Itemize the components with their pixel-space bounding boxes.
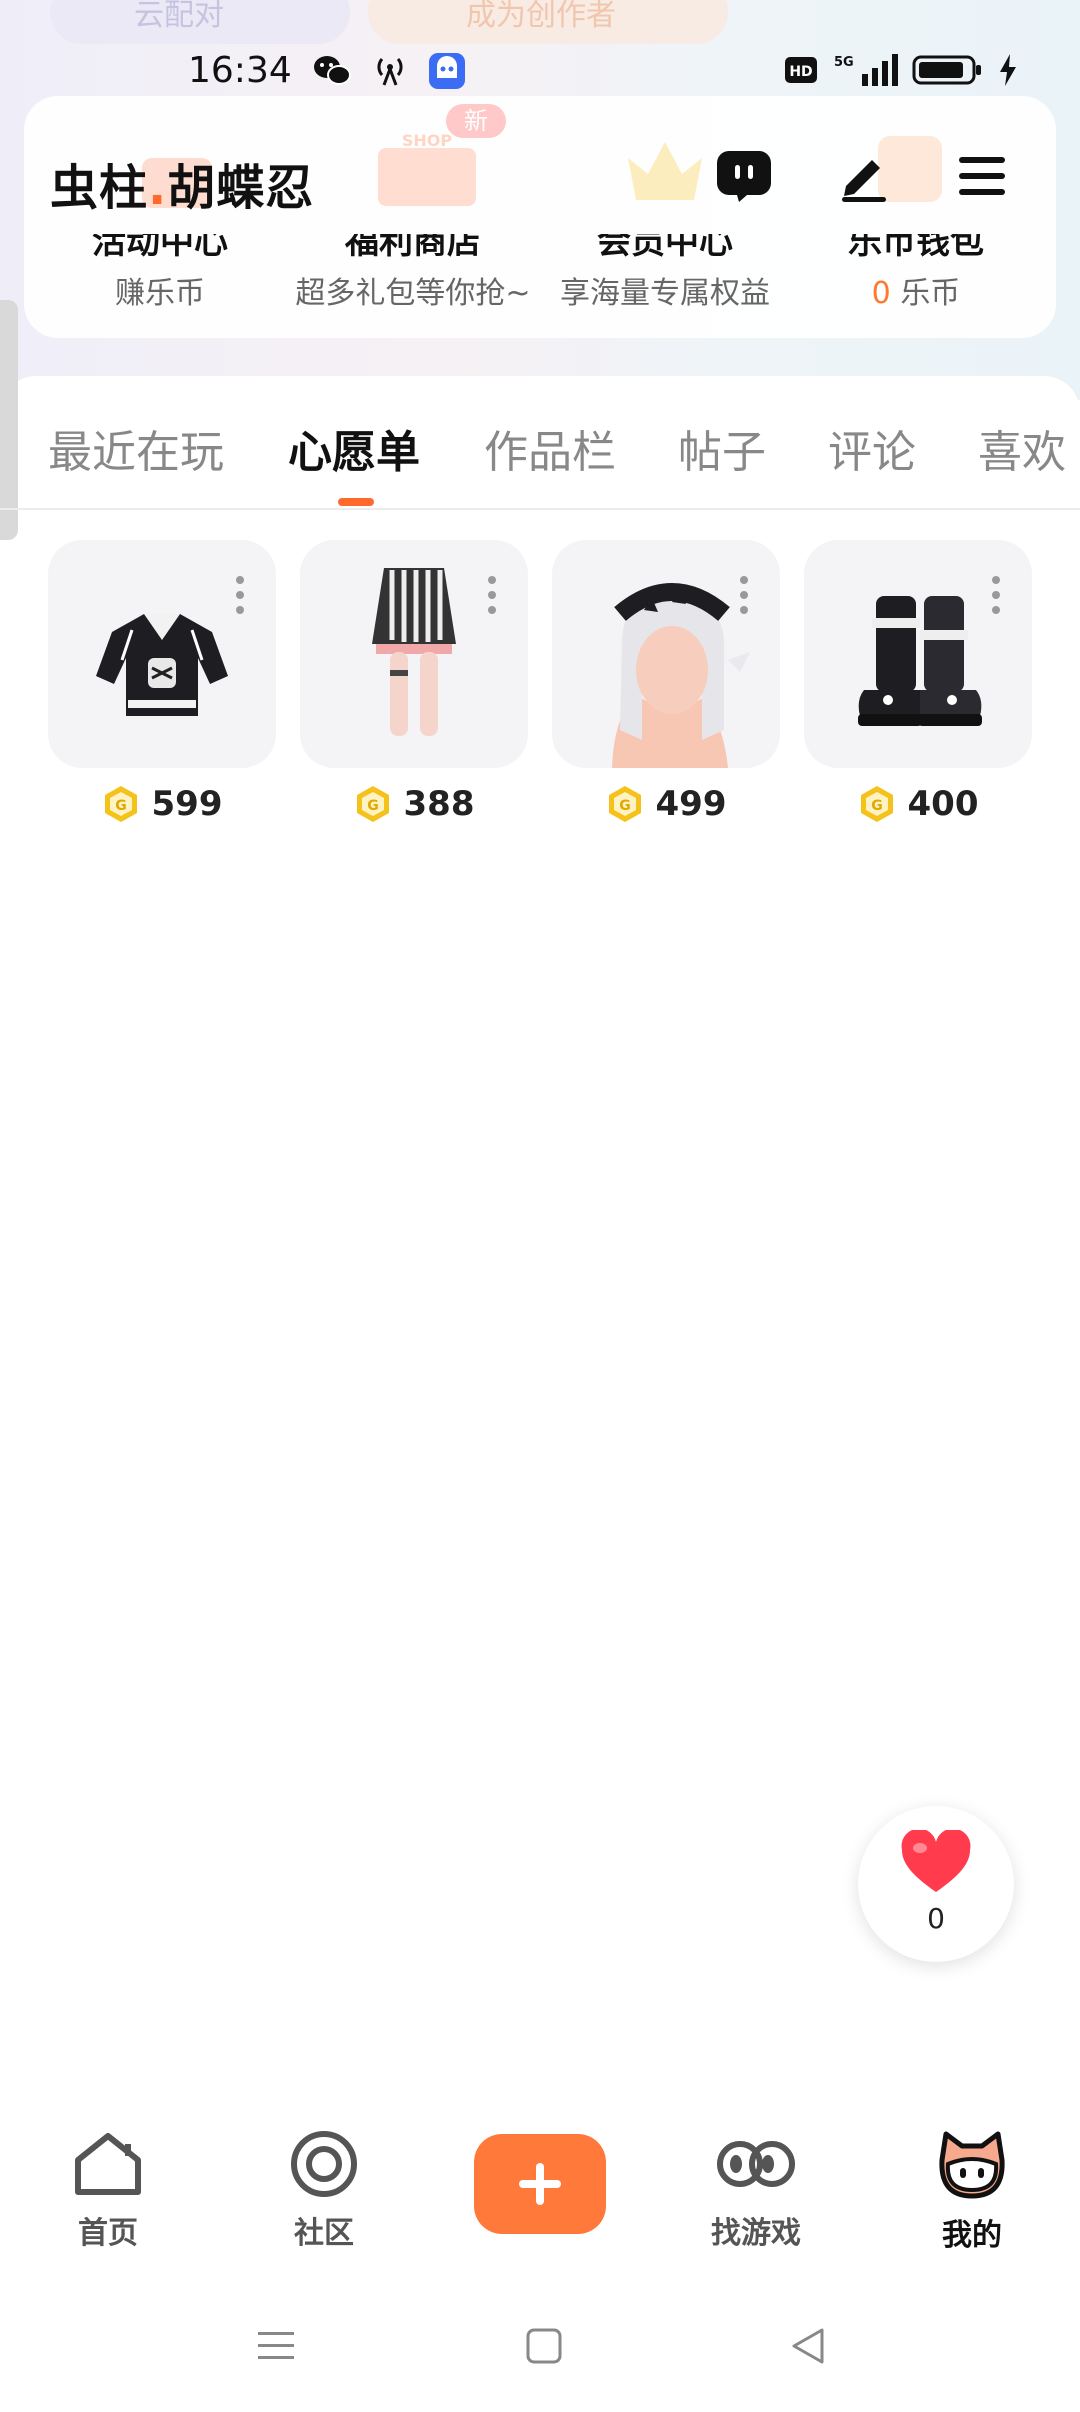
coin-icon: G	[608, 786, 641, 822]
wishlist-item[interactable]: G 388	[300, 540, 528, 824]
signal-5g-icon: 5G	[834, 54, 898, 86]
edit-profile-button[interactable]	[832, 144, 896, 208]
find-game-icon	[717, 2141, 795, 2187]
welfare-shop-title: 福利商店	[345, 222, 481, 262]
nav-community[interactable]: 社区	[244, 2130, 404, 2252]
more-options-icon[interactable]	[236, 576, 246, 621]
coin-icon: G	[356, 786, 389, 822]
wechat-icon	[314, 56, 351, 85]
pencil-icon	[842, 160, 886, 202]
app-notification-icon	[429, 53, 465, 89]
back-triangle-icon[interactable]	[788, 2326, 828, 2366]
cloud-pair-banner[interactable]: 云配对	[50, 0, 350, 44]
profile-mascot-icon	[939, 2131, 1005, 2199]
coin-icon: G	[104, 786, 137, 822]
member-center-sub: 享海量专属权益	[560, 276, 770, 311]
welfare-shop-sub: 超多礼包等你抢~	[295, 276, 531, 311]
more-options-icon[interactable]	[992, 576, 1002, 621]
price-row: G 499	[552, 784, 780, 824]
wishlist-item[interactable]: G 599	[48, 540, 276, 824]
boots-icon	[858, 596, 982, 726]
svg-text:G: G	[619, 798, 631, 814]
nav-me-label: 我的	[942, 2218, 1002, 2253]
item-thumbnail[interactable]	[552, 540, 780, 768]
status-bar: 16:34 HD 5G	[0, 40, 1080, 104]
like-button[interactable]: 0	[858, 1806, 1014, 1962]
item-thumbnail[interactable]	[48, 540, 276, 768]
member-center-link[interactable]: 会员中心 享海量专属权益	[550, 222, 780, 312]
tabs-divider	[0, 508, 1080, 510]
item-price: 499	[655, 784, 727, 824]
item-thumbnail[interactable]	[300, 540, 528, 768]
nav-community-label: 社区	[294, 2216, 354, 2251]
username[interactable]: 虫柱.胡蝶忍	[50, 148, 314, 218]
nav-find-game-label: 找游戏	[711, 2216, 801, 2251]
more-options-icon[interactable]	[740, 576, 750, 621]
coin-icon: G	[860, 786, 893, 822]
hair-icon	[612, 583, 750, 768]
hotspot-icon	[377, 58, 403, 86]
svg-text:5G: 5G	[834, 55, 854, 70]
svg-text:G: G	[367, 798, 379, 814]
welfare-shop-link[interactable]: 福利商店 超多礼包等你抢~	[288, 222, 538, 312]
status-time: 16:34	[188, 50, 292, 91]
price-row: G 400	[804, 784, 1032, 824]
home-icon	[75, 2133, 141, 2195]
create-button[interactable]	[474, 2134, 606, 2234]
heart-icon	[901, 1830, 971, 1892]
become-creator-label: 成为创作者	[466, 0, 616, 33]
svg-text:HD: HD	[789, 64, 812, 80]
bottom-navigation: 首页 社区 找游戏 我的	[0, 2110, 1080, 2270]
activity-center-link[interactable]: 活动中心 赚乐币	[50, 222, 270, 312]
menu-button[interactable]	[950, 144, 1014, 208]
wishlist-item[interactable]: G 499	[552, 540, 780, 824]
profile-header: 虫柱.胡蝶忍	[0, 130, 1080, 220]
more-options-icon[interactable]	[488, 576, 498, 621]
hd-icon: HD	[785, 57, 817, 83]
coin-wallet-title: 乐币钱包	[848, 222, 984, 262]
charging-icon	[1000, 54, 1016, 86]
member-center-title: 会员中心	[597, 222, 733, 262]
svg-text:G: G	[115, 798, 127, 814]
activity-center-title: 活动中心	[92, 222, 228, 262]
tab-works[interactable]: 作品栏	[484, 416, 616, 480]
tab-likes[interactable]: 喜欢	[978, 416, 1066, 480]
message-button[interactable]	[712, 144, 776, 208]
wishlist-item[interactable]: G 400	[804, 540, 1032, 824]
recents-menu-icon[interactable]	[256, 2326, 296, 2366]
active-tab-indicator	[338, 498, 374, 506]
chat-bubble-icon	[717, 151, 771, 202]
jacket-icon	[96, 614, 228, 716]
coin-wallet-link[interactable]: 乐币钱包 0 乐币	[806, 222, 1026, 312]
item-thumbnail[interactable]	[804, 540, 1032, 768]
system-navigation-bar	[0, 2300, 1080, 2412]
tab-wishlist[interactable]: 心愿单	[288, 416, 420, 480]
item-price: 400	[907, 784, 979, 824]
item-price: 388	[403, 784, 475, 824]
coin-balance: 0	[871, 276, 891, 311]
plus-icon	[519, 2163, 561, 2205]
community-icon	[291, 2131, 357, 2197]
nav-home[interactable]: 首页	[28, 2130, 188, 2252]
svg-text:G: G	[871, 798, 883, 814]
home-square-icon[interactable]	[524, 2326, 564, 2366]
price-row: G 599	[48, 784, 276, 824]
skirt-icon	[372, 568, 456, 736]
activity-center-sub: 赚乐币	[115, 276, 205, 311]
tab-comments[interactable]: 评论	[828, 416, 916, 480]
become-creator-banner[interactable]: 成为创作者	[368, 0, 728, 44]
tab-posts[interactable]: 帖子	[678, 416, 766, 480]
coin-wallet-sub: 0 乐币	[871, 276, 961, 311]
hamburger-menu-icon	[959, 157, 1005, 195]
nav-me[interactable]: 我的	[892, 2130, 1052, 2254]
tab-recently-played[interactable]: 最近在玩	[48, 416, 224, 480]
nav-home-label: 首页	[78, 2216, 138, 2251]
item-price: 599	[151, 784, 223, 824]
like-count: 0	[927, 1902, 945, 1935]
nav-find-game[interactable]: 找游戏	[676, 2130, 836, 2252]
cloud-pair-label: 云配对	[134, 0, 224, 33]
price-row: G 388	[300, 784, 528, 824]
battery-icon	[912, 55, 981, 85]
profile-tabs: 最近在玩 心愿单 作品栏 帖子 评论 喜欢	[0, 400, 1080, 510]
